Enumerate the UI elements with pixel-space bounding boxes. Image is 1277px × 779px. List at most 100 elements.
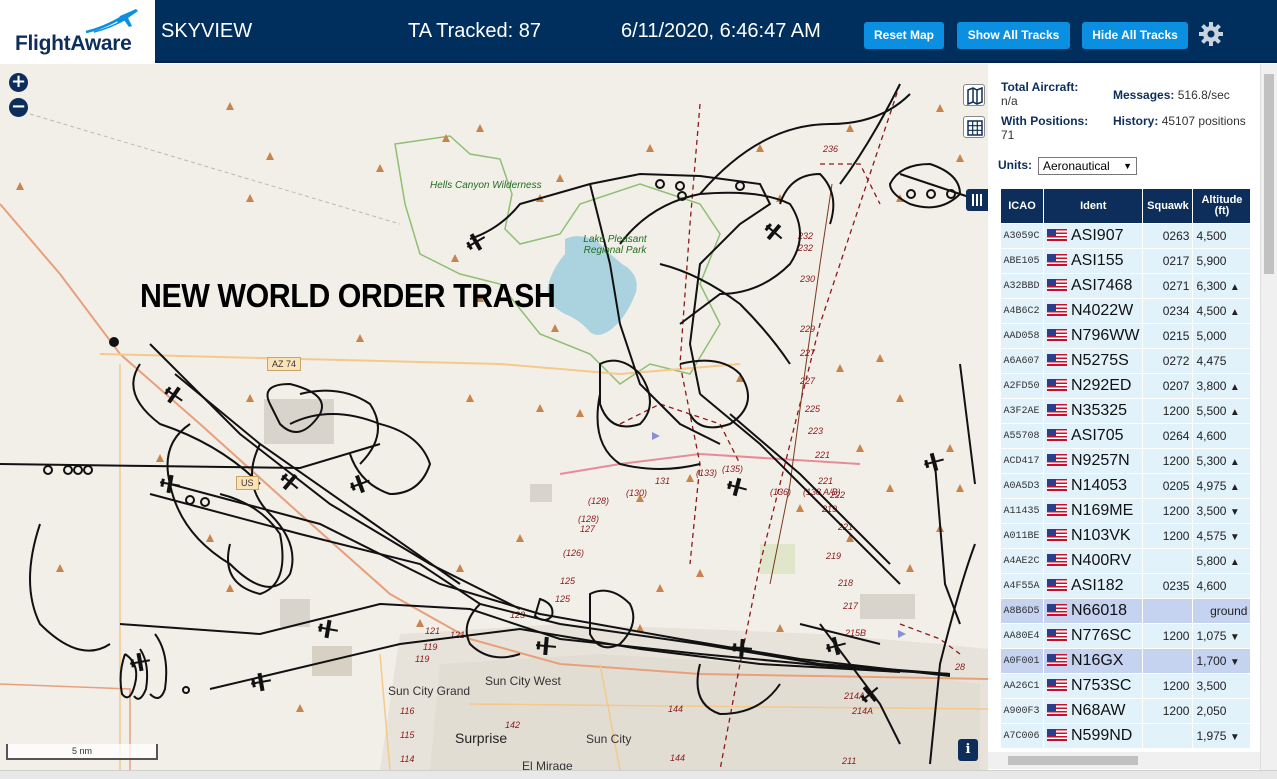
cell-altitude-text: 6,300 (1196, 279, 1227, 293)
table-row[interactable]: ABE105 ASI155 0217 5,900 (1000, 248, 1252, 274)
table-row[interactable]: AA80E4 N776SC 1200 1,075 ▼ (1000, 623, 1252, 649)
history-stat: History: 45107 positions (1113, 114, 1263, 128)
cell-altitude-text: 3,500 (1196, 679, 1227, 693)
table-row[interactable]: A7C006 N599ND 1,975 ▼ (1000, 723, 1252, 749)
flightaware-logo[interactable]: FlightAware (0, 0, 155, 63)
cell-icao: A0F001 (1000, 648, 1044, 674)
table-row[interactable]: A0A5D3 N14053 0205 4,975 ▲ (1000, 473, 1252, 499)
cell-altitude-text: 4,575 (1196, 529, 1227, 543)
table-row[interactable]: A2FD50 N292ED 0207 3,800 ▲ (1000, 373, 1252, 399)
us-flag-icon (1047, 579, 1067, 591)
cell-ident-text: ASI7468 (1071, 277, 1133, 294)
table-horizontal-scrollbar[interactable] (988, 752, 1260, 769)
us-flag-icon (1047, 379, 1067, 391)
hide-all-tracks-button[interactable]: Hide All Tracks (1082, 22, 1188, 49)
cell-icao: A3059C (1000, 223, 1044, 249)
table-row[interactable]: A011BE N103VK 1200 4,575 ▼ (1000, 523, 1252, 549)
gear-icon[interactable] (1198, 21, 1224, 47)
cell-icao: A8B6D5 (1000, 598, 1044, 624)
top-bar: FlightAware SKYVIEW TA Tracked: 87 6/11/… (0, 0, 1277, 63)
cell-icao-text: AA26C1 (1003, 680, 1040, 692)
table-row[interactable]: A55708 ASI705 0264 4,600 (1000, 423, 1252, 449)
altitude-trend-icon: ▲ (1229, 307, 1240, 318)
map-icon (967, 86, 983, 106)
cell-ident: ASI7468 (1043, 273, 1144, 299)
table-row[interactable]: A8B6D5 N66018 ground (1000, 598, 1252, 624)
us-flag-icon (1047, 604, 1067, 616)
messages-stat: Messages: 516.8/sec (1113, 88, 1263, 102)
cell-ident: N169ME (1043, 498, 1144, 524)
cell-squawk: 0217 (1142, 248, 1194, 274)
panel-scrollbar[interactable] (1260, 64, 1277, 770)
table-row[interactable]: A3F2AE N35325 1200 5,500 ▲ (1000, 398, 1252, 424)
cell-altitude: 1,700 ▼ (1192, 648, 1252, 674)
table-row[interactable]: A4B6C2 N4022W 0234 4,500 ▲ (1000, 298, 1252, 324)
cell-ident: N14053 (1043, 473, 1144, 499)
panel-scrollbar-thumb[interactable] (1264, 74, 1274, 274)
cell-squawk: 0271 (1142, 273, 1194, 299)
table-row[interactable]: A900F3 N68AW 1200 2,050 (1000, 698, 1252, 724)
cell-squawk-text: 1200 (1162, 679, 1190, 693)
cell-ident: N796WW (1043, 323, 1144, 349)
cell-ident: ASI155 (1043, 248, 1144, 274)
cell-icao: A0A5D3 (1000, 473, 1044, 499)
zoom-in-button[interactable]: + (9, 73, 28, 92)
cell-altitude: ground (1192, 598, 1252, 624)
cell-squawk (1142, 598, 1194, 624)
table-row[interactable]: A4F55A ASI182 0235 4,600 (1000, 573, 1252, 599)
grid-layer-icon[interactable] (963, 116, 985, 138)
table-row[interactable]: A11435 N169ME 1200 3,500 ▼ (1000, 498, 1252, 524)
cell-squawk-text: 0234 (1162, 304, 1190, 318)
cell-icao: A011BE (1000, 523, 1044, 549)
cell-icao-text: A011BE (1003, 530, 1040, 542)
cell-altitude-text: 1,975 (1196, 729, 1227, 743)
cell-altitude: 5,000 (1192, 323, 1252, 349)
table-row[interactable]: A4AE2C N400RV 5,800 ▲ (1000, 548, 1252, 574)
panel-collapse-button[interactable] (966, 189, 988, 211)
us-flag-icon (1047, 504, 1067, 516)
cell-icao-text: A4B6C2 (1003, 305, 1040, 317)
table-row[interactable]: A6A607 N5275S 0272 4,475 (1000, 348, 1252, 374)
column-header-altitude[interactable]: Altitude (ft) (1192, 188, 1252, 224)
sun-city-label: Sun City (586, 732, 632, 746)
cell-ident-text: N5275S (1071, 352, 1129, 369)
column-header-icao[interactable]: ICAO (1000, 188, 1044, 224)
map-canvas[interactable]: 236 232 232 230 229 227 227 225 223 221 221 219 … (0, 64, 988, 770)
columns-icon (972, 194, 982, 206)
cell-icao-text: A4AE2C (1003, 555, 1040, 567)
scale-bar: 5 nm (6, 744, 158, 760)
column-header-ident[interactable]: Ident (1042, 188, 1144, 224)
cell-squawk-text: 0272 (1162, 354, 1190, 368)
cell-squawk: 0264 (1142, 423, 1194, 449)
datetime-display: 6/11/2020, 6:46:47 AM (621, 20, 821, 42)
tracked-count: TA Tracked: 87 (408, 20, 542, 42)
map-info-button[interactable]: i (958, 739, 978, 761)
table-row[interactable]: AA26C1 N753SC 1200 3,500 (1000, 673, 1252, 699)
cell-altitude: 1,975 ▼ (1192, 723, 1252, 749)
cell-icao: A900F3 (1000, 698, 1044, 724)
cell-squawk-text: 0264 (1162, 429, 1190, 443)
column-header-squawk[interactable]: Squawk (1142, 188, 1194, 224)
altitude-trend-icon: ▼ (1229, 507, 1240, 518)
show-all-tracks-button[interactable]: Show All Tracks (957, 22, 1070, 49)
with-positions-label: With Positions: (1001, 114, 1089, 128)
us-flag-icon (1047, 354, 1067, 366)
horizontal-scrollbar-thumb[interactable] (1008, 756, 1138, 765)
table-row[interactable]: AAD058 N796WW 0215 5,000 (1000, 323, 1252, 349)
us-flag-icon (1047, 229, 1067, 241)
reset-map-button[interactable]: Reset Map (864, 22, 944, 49)
cell-altitude: 3,500 ▼ (1192, 498, 1252, 524)
cell-altitude: 2,050 (1192, 698, 1252, 724)
table-row[interactable]: A32BBD ASI7468 0271 6,300 ▲ (1000, 273, 1252, 299)
table-row[interactable]: ACD417 N9257N 1200 5,300 ▲ (1000, 448, 1252, 474)
zoom-out-button[interactable]: − (9, 98, 28, 117)
table-row[interactable]: A3059C ASI907 0263 4,500 (1000, 223, 1252, 249)
cell-squawk-text: 0205 (1162, 479, 1190, 493)
table-row[interactable]: A0F001 N16GX 1,700 ▼ (1000, 648, 1252, 674)
cell-altitude: 3,500 (1192, 673, 1252, 699)
history-value: 45107 positions (1161, 114, 1246, 128)
us-flag-icon (1047, 729, 1067, 741)
cell-icao-text: A4F55A (1003, 580, 1040, 592)
map-layer-icon[interactable] (963, 84, 985, 106)
units-select[interactable]: Aeronautical ▼ (1038, 157, 1137, 175)
